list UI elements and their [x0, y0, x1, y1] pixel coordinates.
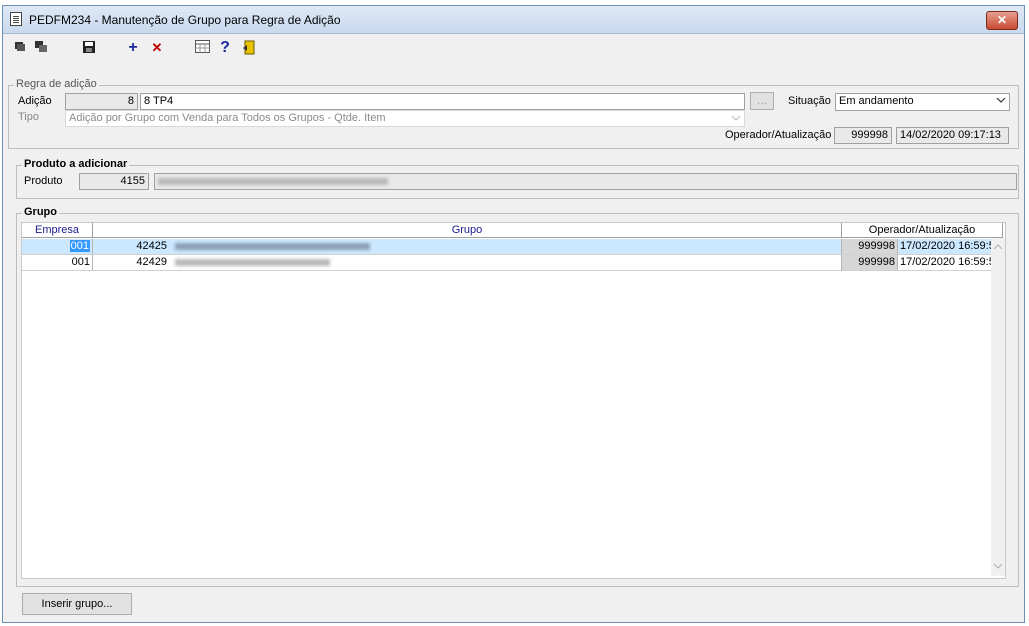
column-header-grupo[interactable]: Grupo: [93, 223, 842, 238]
close-button[interactable]: ✕: [986, 11, 1018, 30]
copy-icon[interactable]: [32, 40, 50, 56]
tipo-field: Adição por Grupo com Venda para Todos os…: [65, 110, 745, 127]
delete-icon[interactable]: ✕: [148, 40, 166, 56]
situacao-value: Em andamento: [839, 95, 914, 107]
grupo-cell: 42425: [93, 239, 842, 255]
calendar-icon[interactable]: [193, 40, 211, 56]
table-row[interactable]: 001 42429 999998 17/02/2020 16:59:51: [22, 255, 1003, 271]
first-icon[interactable]: [11, 40, 29, 56]
redacted-text: [158, 177, 388, 185]
main-window: PEDFM234 - Manutenção de Grupo para Regr…: [2, 5, 1025, 623]
help-icon[interactable]: ?: [216, 40, 234, 56]
operador-label: Operador/Atualização: [725, 129, 832, 141]
grupo-cell: 42429: [93, 255, 842, 271]
situacao-label: Situação: [788, 95, 831, 107]
operador-cell: 999998: [842, 255, 898, 271]
produto-code-field: 4155: [79, 173, 149, 190]
document-icon: [10, 12, 22, 26]
atualizacao-field: 14/02/2020 09:17:13: [896, 127, 1009, 144]
window-title: PEDFM234 - Manutenção de Grupo para Regr…: [29, 13, 341, 27]
situacao-select[interactable]: Em andamento: [835, 93, 1010, 111]
grupo-table: Empresa Grupo Operador/Atualização 001 4…: [21, 222, 1006, 579]
vertical-scrollbar[interactable]: [991, 238, 1005, 576]
column-header-empresa[interactable]: Empresa: [22, 223, 93, 238]
empresa-cell: 001: [22, 239, 93, 255]
operador-field: 999998: [834, 127, 892, 144]
table-row[interactable]: 001 42425 999998 17/02/2020 16:59:51: [22, 239, 1003, 255]
redacted-text: [175, 258, 331, 266]
adicao-desc-field[interactable]: 8 TP4: [140, 93, 745, 110]
tipo-label: Tipo: [18, 111, 39, 123]
tipo-value: Adição por Grupo com Venda para Todos os…: [69, 112, 386, 124]
produto-group: Produto a adicionar Produto 4155: [16, 158, 1019, 199]
regra-legend: Regra de adição: [14, 78, 99, 90]
chevron-down-icon: [731, 113, 741, 126]
redacted-text: [175, 242, 371, 250]
adicao-code-field: 8: [65, 93, 138, 110]
regra-group: Regra de adição Adição 8 8 TP4 … Situaçã…: [8, 78, 1019, 149]
adicao-label: Adição: [18, 95, 52, 107]
operador-cell: 999998: [842, 239, 898, 255]
empresa-cell: 001: [22, 255, 93, 271]
save-icon[interactable]: [80, 40, 98, 56]
title-bar: PEDFM234 - Manutenção de Grupo para Regr…: [3, 6, 1024, 34]
data-cell: 17/02/2020 16:59:51: [898, 255, 1003, 271]
grupo-group: Grupo Empresa Grupo Operador/Atualização…: [16, 206, 1019, 587]
toolbar: + ✕ ?: [3, 34, 1024, 60]
grupo-legend: Grupo: [22, 206, 59, 218]
exit-icon[interactable]: [240, 40, 258, 56]
column-header-operador[interactable]: Operador/Atualização: [842, 223, 1003, 238]
data-cell: 17/02/2020 16:59:51: [898, 239, 1003, 255]
produto-desc-field: [154, 173, 1017, 190]
add-icon[interactable]: +: [124, 40, 142, 56]
produto-label: Produto: [24, 175, 63, 187]
lookup-button[interactable]: …: [750, 92, 774, 110]
inserir-grupo-button[interactable]: Inserir grupo...: [22, 593, 132, 615]
chevron-down-icon: [996, 95, 1006, 110]
produto-legend: Produto a adicionar: [22, 158, 130, 170]
